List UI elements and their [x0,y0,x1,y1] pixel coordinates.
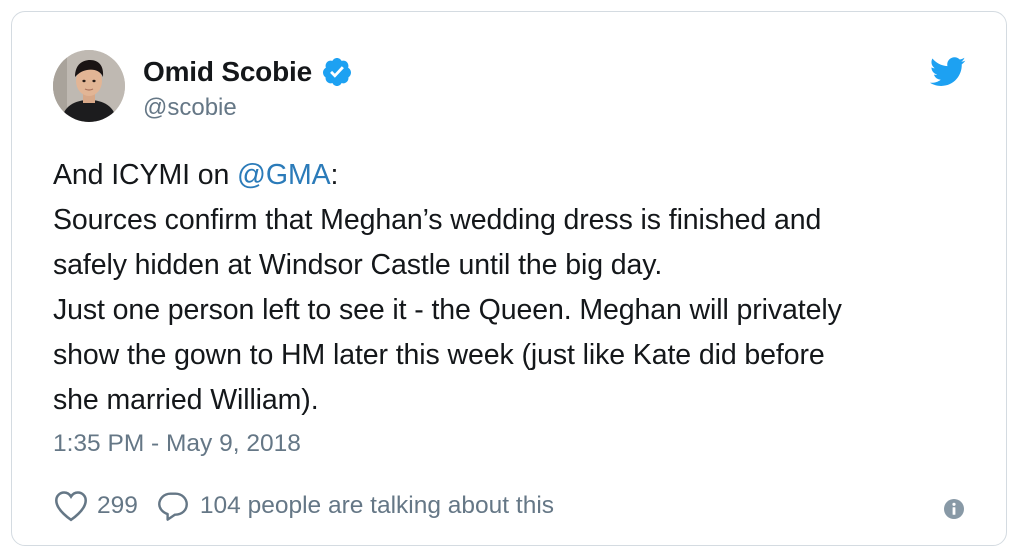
mention-link[interactable]: @GMA [237,159,331,191]
talking-about-link[interactable]: 104 people are talking about this [200,492,554,520]
tweet-timestamp[interactable]: 1:35 PM - May 9, 2018 [53,430,301,458]
author-display-name[interactable]: Omid Scobie [143,56,312,88]
tweet-line: she married William). [53,384,319,416]
tweet-line: And ICYMI on @GMA: [53,159,339,191]
info-icon[interactable] [943,498,965,520]
tweet-line: safely hidden at Windsor Castle until th… [53,249,663,281]
avatar[interactable] [53,50,125,122]
heart-icon[interactable] [53,489,89,523]
twitter-bird-icon[interactable] [930,57,966,87]
author-handle[interactable]: @scobie [143,94,237,122]
author-name-row[interactable]: Omid Scobie [143,54,353,90]
like-count[interactable]: 299 [97,492,138,520]
tweet-text: And ICYMI on @GMA: Sources confirm that … [53,153,983,423]
reply-bubble-icon[interactable] [156,489,190,523]
tweet-line: show the gown to HM later this week (jus… [53,339,825,371]
tweet-card: Omid Scobie @scobie And ICYMI on @GMA: S… [11,11,1007,546]
tweet-line: Sources confirm that Meghan’s wedding dr… [53,204,822,236]
tweet-actions: 299 104 people are talking about this [53,486,554,526]
verified-badge-icon [322,58,351,86]
tweet-line: Just one person left to see it - the Que… [53,294,842,326]
